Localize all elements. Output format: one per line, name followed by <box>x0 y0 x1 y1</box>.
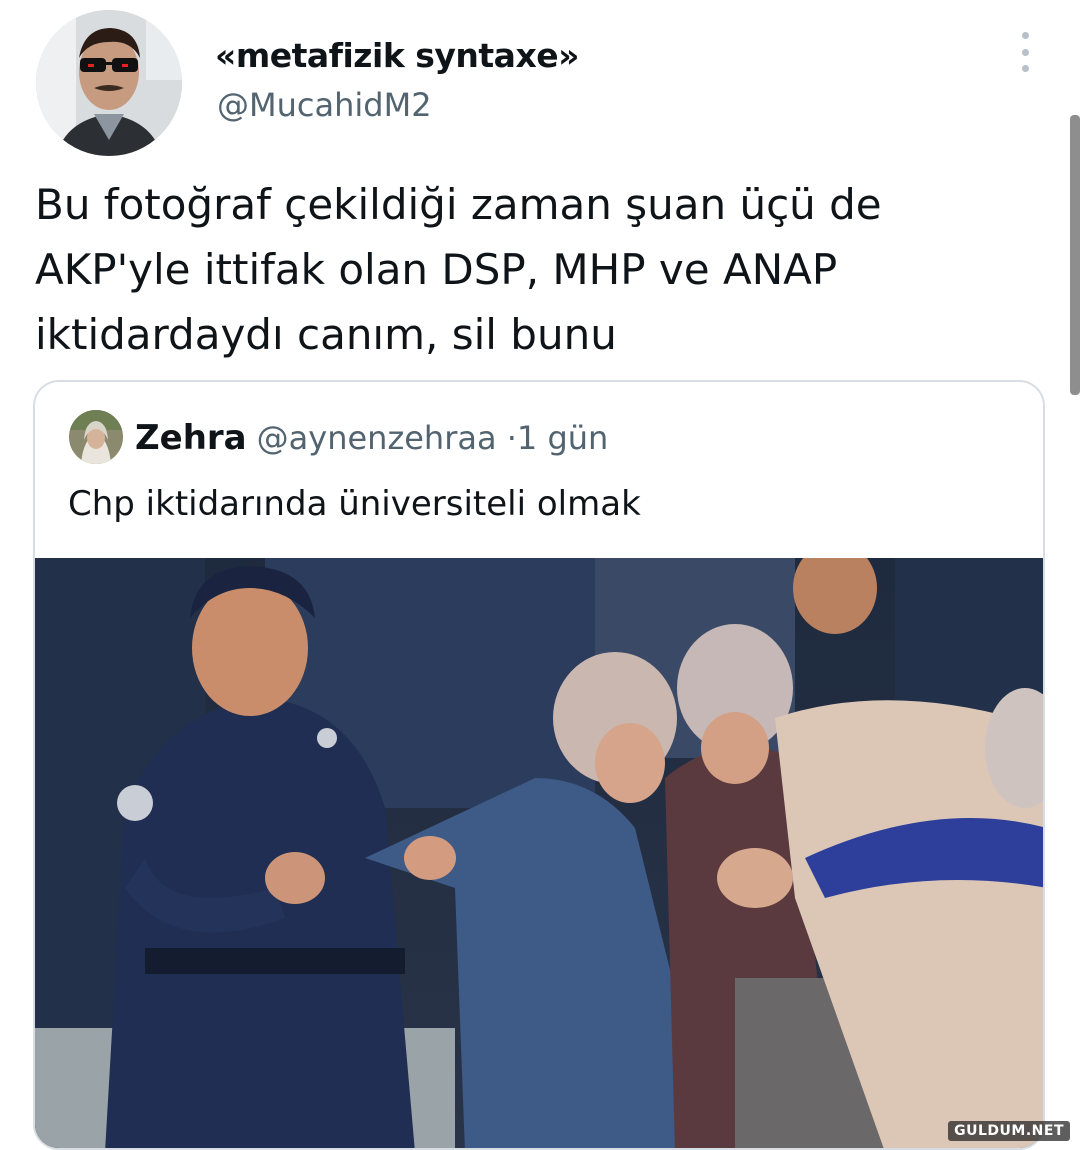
quoted-tweet-card[interactable]: Zehra @aynenzehraa ·1 gün Chp iktidarında… <box>33 380 1045 1150</box>
tweet-text-line: AKP'yle ittifak olan DSP, MHP ve ANAP <box>35 245 838 294</box>
author-avatar[interactable] <box>36 10 182 156</box>
author-display-name[interactable]: «metafizik syntaxe» <box>215 36 579 75</box>
quote-author-handle[interactable]: @aynenzehraa <box>257 419 497 457</box>
watermark-badge: GULDUM.NET <box>948 1121 1070 1141</box>
quote-photo[interactable] <box>35 558 1045 1150</box>
author-avatar-image <box>36 10 182 156</box>
quote-author-name[interactable]: Zehra <box>135 418 247 458</box>
more-dot <box>1021 48 1029 56</box>
quote-header: Zehra @aynenzehraa ·1 gün <box>135 416 608 460</box>
tweet-text: Bu fotoğraf çekildiği zaman şuan üçü de … <box>35 172 1015 367</box>
tweet-text-line: iktidardaydı canım, sil bunu <box>35 310 617 359</box>
quote-text: Chp iktidarında üniversiteli olmak <box>68 484 641 524</box>
quote-timestamp[interactable]: 1 gün <box>517 419 608 457</box>
author-handle[interactable]: @MucahidM2 <box>217 86 432 124</box>
quote-avatar-image <box>69 410 123 464</box>
more-vertical-icon[interactable] <box>1010 32 1040 72</box>
more-dot <box>1021 65 1029 72</box>
quote-separator: · <box>506 419 517 457</box>
more-dot <box>1021 32 1029 39</box>
scrollbar-thumb[interactable] <box>1070 115 1080 395</box>
tweet-text-line: Bu fotoğraf çekildiği zaman şuan üçü de <box>35 180 882 229</box>
quote-author-avatar[interactable] <box>69 410 123 464</box>
